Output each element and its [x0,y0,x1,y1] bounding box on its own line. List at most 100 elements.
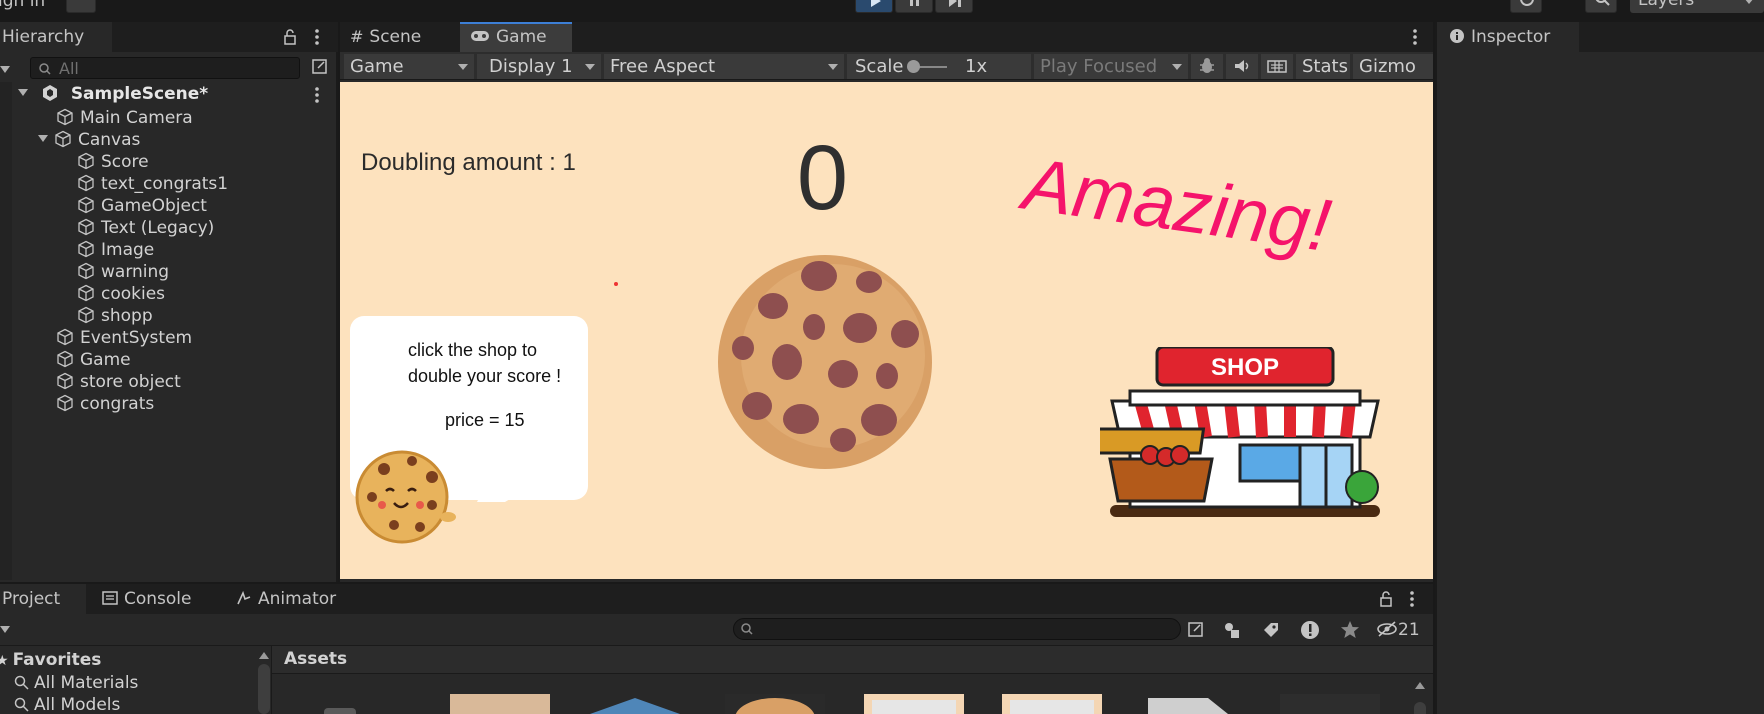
gizmos-button[interactable]: Gizmo [1353,54,1433,79]
asset-thumbnail[interactable] [725,694,825,714]
chevron-down-icon [1172,64,1182,70]
asset-thumbnail[interactable] [590,698,680,714]
aspect-dropdown[interactable]: Free Aspect [604,54,844,79]
hierarchy-item-warning[interactable]: warning [77,260,169,284]
sign-in-button[interactable]: ign in [0,0,45,11]
hierarchy-item-text-congrats1[interactable]: text_congrats1 [77,172,228,196]
play-button[interactable] [855,0,893,13]
tab-scene[interactable]: # Scene [340,22,458,52]
bug-toggle[interactable] [1191,54,1223,79]
tab-console[interactable]: Console [92,584,218,614]
shop-button[interactable]: SHOP [1100,347,1390,547]
search-button[interactable] [1585,0,1617,13]
tab-animator[interactable]: Animator [228,584,358,614]
cube-icon [78,240,94,258]
create-dropdown-icon[interactable] [0,626,10,633]
chevron-down-icon [828,64,838,70]
item-label: Score [101,152,149,172]
keyboard-shortcuts-toggle[interactable] [1261,54,1293,79]
kebab-menu-icon[interactable] [1410,28,1420,46]
favorite-label: All Materials [34,673,139,693]
kebab-menu-icon[interactable] [312,86,322,104]
hierarchy-item-shopp[interactable]: shopp [77,304,153,328]
assets-scrollbar[interactable] [1414,702,1426,714]
tab-project-label: Project [2,589,61,609]
hierarchy-scene-row[interactable]: SampleScene* [18,82,338,106]
asset-thumbnail[interactable] [1148,698,1238,714]
top-toolbar: ign in Layers [0,0,1764,13]
pause-button[interactable] [895,0,933,13]
expand-arrow-icon[interactable] [18,89,28,96]
asset-thumbnail[interactable] [450,694,550,714]
asset-thumbnail[interactable] [324,708,356,714]
hierarchy-item-cookies[interactable]: cookies [77,282,165,306]
tab-console-label: Console [124,589,192,609]
hidden-count: 21 [1398,620,1420,640]
hidden-packages-toggle[interactable]: 21 [1376,619,1420,641]
hierarchy-item-image[interactable]: Image [77,238,154,262]
project-search-input[interactable] [733,618,1181,640]
step-icon [949,0,961,7]
open-window-icon[interactable] [310,57,330,77]
animator-icon [237,590,251,605]
star-icon[interactable] [1340,620,1360,640]
asset-thumbnail[interactable] [1280,694,1380,714]
mute-audio-toggle[interactable] [1226,54,1258,79]
folder-tree-scrollbar[interactable] [258,664,270,714]
hierarchy-item-game[interactable]: Game [56,348,131,372]
scale-slider[interactable]: Scale 1x [847,54,1031,79]
tab-inspector[interactable]: Inspector [1437,22,1579,52]
tab-project[interactable]: Project [0,584,86,614]
step-button[interactable] [935,0,973,13]
hierarchy-item-store-object[interactable]: store object [56,370,181,394]
expand-arrow-icon[interactable] [38,135,48,142]
lock-icon[interactable] [1378,591,1394,607]
kebab-menu-icon[interactable] [1407,590,1417,608]
kebab-menu-icon[interactable] [312,28,322,46]
game-mode-dropdown[interactable]: Game [344,54,474,79]
play-focused-dropdown[interactable]: Play Focused [1034,54,1188,79]
item-label: Game [80,350,131,370]
assets-label[interactable]: Assets [284,649,347,669]
inspector-panel: Inspector [1435,22,1764,714]
tab-hierarchy[interactable]: Hierarchy [0,22,112,52]
scroll-up-arrow-icon[interactable] [259,652,269,659]
chevron-down-icon [458,64,468,70]
cube-icon [78,196,94,214]
scroll-up-arrow-icon[interactable] [1415,682,1425,689]
hierarchy-item-eventsystem[interactable]: EventSystem [56,326,192,350]
slider-thumb[interactable] [907,60,920,73]
gizmos-label: Gizmo [1359,56,1416,77]
favorites-header[interactable]: ★ Favorites [0,648,101,672]
asset-thumbnail[interactable] [1002,694,1102,714]
tag-icon[interactable] [1261,620,1281,640]
hierarchy-item-text-legacy[interactable]: Text (Legacy) [77,216,214,240]
open-window-icon[interactable] [1186,620,1206,640]
filter-by-type-icon[interactable] [1222,620,1242,640]
warning-icon[interactable] [1300,620,1320,640]
asset-thumbnail[interactable] [864,694,964,714]
create-dropdown-icon[interactable] [0,66,10,73]
cloud-button[interactable] [66,0,96,13]
tab-game[interactable]: Game [460,22,572,52]
hierarchy-panel: Hierarchy All SampleScene* Main Camera C… [0,22,338,582]
hierarchy-item-congrats[interactable]: congrats [56,392,154,416]
favorite-all-models[interactable]: All Models [14,693,120,714]
hierarchy-item-gameobject[interactable]: GameObject [77,194,207,218]
lock-icon[interactable] [282,29,298,45]
favorite-all-materials[interactable]: All Materials [14,671,138,695]
hierarchy-item-canvas[interactable]: Canvas [38,128,140,152]
item-label: Main Camera [80,108,193,128]
hierarchy-item-main-camera[interactable]: Main Camera [56,106,193,130]
dropdown-label: Game [350,56,404,77]
big-cookie-button[interactable] [715,252,935,472]
unity-scene-icon [43,85,58,101]
display-dropdown[interactable]: Display 1 [477,54,601,79]
hierarchy-item-score[interactable]: Score [77,150,149,174]
game-canvas[interactable]: Doubling amount : 1 0 Amazing! click the… [340,82,1433,579]
hierarchy-search-input[interactable]: All [30,57,300,79]
history-button[interactable] [1510,0,1542,13]
stats-button[interactable]: Stats [1296,54,1350,79]
layers-dropdown[interactable]: Layers [1630,0,1764,13]
search-icon [1595,0,1610,6]
